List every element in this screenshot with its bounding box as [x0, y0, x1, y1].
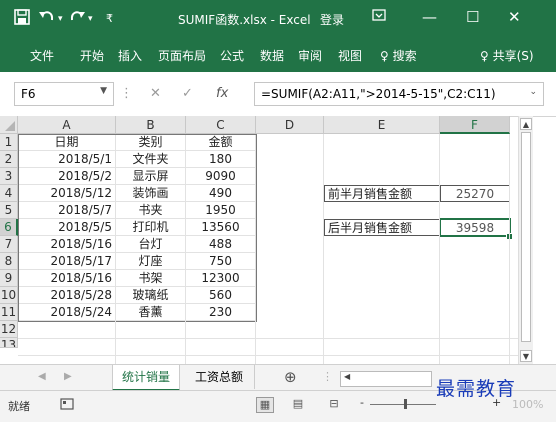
row-header[interactable]: 10 [0, 287, 18, 304]
sheet-prev-icon[interactable]: ◀ [38, 371, 46, 382]
page-break-view-button[interactable]: ⊟ [326, 397, 342, 411]
tab-file[interactable]: 文件 [30, 47, 54, 64]
row-header[interactable]: 7 [0, 236, 18, 253]
title-bar: ▾ ▾ ₹ SUMIF函数.xlsx - Excel 登录 — ☐ ✕ [0, 0, 556, 38]
row-header[interactable]: 6 [0, 219, 18, 236]
fill-handle[interactable] [506, 233, 513, 240]
zoom-level[interactable]: 100% [512, 398, 543, 411]
cancel-icon[interactable]: ✕ [150, 86, 161, 101]
column-header-d[interactable]: D [256, 116, 324, 134]
tab-page-layout[interactable]: 页面布局 [158, 47, 206, 64]
name-box[interactable]: F6 ▼ [14, 82, 114, 106]
undo-icon[interactable] [38, 9, 56, 29]
tab-review[interactable]: 审阅 [298, 47, 322, 64]
tab-view[interactable]: 视图 [338, 47, 362, 64]
column-header-b[interactable]: B [116, 116, 186, 134]
expand-formula-icon[interactable]: ⌄ [529, 87, 537, 97]
column-header-c[interactable]: C [186, 116, 256, 134]
column-header-a[interactable]: A [18, 116, 116, 134]
name-box-value: F6 [21, 87, 36, 101]
select-all-corner[interactable] [0, 116, 18, 134]
macro-record-icon[interactable] [60, 398, 74, 413]
row-header[interactable]: 12 [0, 321, 18, 338]
zoom-slider-handle[interactable] [404, 399, 407, 409]
scrollbar-thumb[interactable] [521, 132, 531, 342]
second-half-label-cell[interactable]: 后半月销售金额 [324, 219, 440, 236]
formula-bar: F6 ▼ ⋮ ✕ ✓ fx =SUMIF(A2:A11,">2014-5-15"… [0, 72, 556, 117]
window-title: SUMIF函数.xlsx - Excel [178, 13, 311, 27]
insert-function-icon[interactable]: fx [216, 86, 228, 101]
scroll-left-icon[interactable]: ◀ [344, 372, 350, 381]
share-button[interactable]: ♀ 共享(S) [480, 47, 534, 64]
first-half-value-cell[interactable]: 25270 [440, 185, 510, 202]
enter-icon[interactable]: ✓ [182, 86, 193, 101]
column-header-f[interactable]: F [440, 116, 510, 134]
tab-data[interactable]: 数据 [260, 47, 284, 64]
close-button[interactable]: ✕ [508, 8, 521, 26]
redo-icon[interactable] [68, 9, 86, 29]
redo-dropdown-icon[interactable]: ▾ [88, 14, 93, 24]
tell-me-search[interactable]: ♀ 搜索 [380, 47, 417, 64]
row-header[interactable]: 4 [0, 185, 18, 202]
chevron-down-icon[interactable]: ▼ [100, 86, 107, 96]
zoom-slider[interactable] [370, 404, 436, 405]
row-header[interactable]: 5 [0, 202, 18, 219]
undo-dropdown-icon[interactable]: ▾ [58, 14, 63, 24]
first-half-label-cell[interactable]: 前半月销售金额 [324, 185, 440, 202]
add-sheet-icon[interactable]: ⊕ [284, 368, 297, 386]
save-icon[interactable] [14, 9, 30, 29]
formula-text: =SUMIF(A2:A11,">2014-5-15",C2:C11) [261, 87, 496, 101]
row-header[interactable]: 9 [0, 270, 18, 287]
ribbon-display-icon[interactable] [372, 8, 386, 26]
row-header[interactable]: 8 [0, 253, 18, 270]
separator-icon: ⋮ [120, 86, 133, 101]
scroll-down-icon[interactable]: ▼ [520, 350, 532, 362]
zoom-out-button[interactable]: - [360, 396, 364, 409]
customize-icon[interactable]: ₹ [106, 12, 113, 25]
row-header[interactable]: 11 [0, 304, 18, 321]
active-cell-outline [439, 218, 511, 237]
sheet-next-icon[interactable]: ▶ [64, 371, 72, 382]
tab-insert[interactable]: 插入 [118, 47, 142, 64]
maximize-button[interactable]: ☐ [466, 8, 479, 26]
tab-formulas[interactable]: 公式 [220, 47, 244, 64]
tab-home[interactable]: 开始 [80, 47, 104, 64]
row-header[interactable]: 13 [0, 338, 18, 348]
separator-icon: ⋮ [322, 370, 333, 383]
row-header[interactable]: 3 [0, 168, 18, 185]
row-header[interactable]: 1 [0, 134, 18, 151]
table-border [18, 134, 257, 322]
formula-input[interactable]: =SUMIF(A2:A11,">2014-5-15",C2:C11) ⌄ [254, 82, 544, 106]
minimize-button[interactable]: — [422, 8, 437, 26]
horizontal-scrollbar[interactable]: ◀ [340, 371, 432, 387]
page-layout-view-button[interactable]: ▤ [290, 397, 306, 411]
sheet-tab-salary[interactable]: 工资总额 [184, 365, 255, 389]
watermark-logo: 最需教育 [436, 378, 517, 400]
ribbon-tabs: 文件 开始 插入 页面布局 公式 数据 审阅 视图 ♀ 搜索 ♀ 共享(S) [0, 38, 556, 72]
column-header-e[interactable]: E [324, 116, 440, 134]
login-button[interactable]: 登录 [320, 11, 344, 28]
sheet-tab-sales[interactable]: 统计销量 [112, 365, 180, 391]
row-header[interactable]: 2 [0, 151, 18, 168]
scroll-up-icon[interactable]: ▲ [520, 118, 532, 130]
vertical-scrollbar[interactable]: ▲ ▼ [518, 116, 533, 364]
normal-view-button[interactable]: ▦ [256, 397, 274, 413]
status-ready: 就绪 [8, 400, 30, 413]
